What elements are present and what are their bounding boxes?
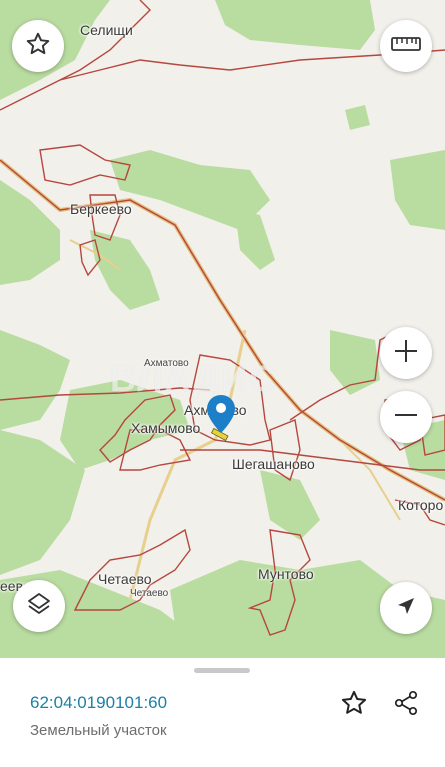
place-label: Четаево	[130, 588, 169, 599]
place-label: Мунтово	[258, 566, 314, 582]
place-label: Ахматово	[144, 358, 189, 369]
layers-icon	[26, 591, 52, 622]
layers-button[interactable]	[13, 580, 65, 632]
ruler-button[interactable]	[380, 20, 432, 72]
sheet-drag-handle[interactable]	[194, 668, 250, 673]
star-outline-icon	[340, 689, 368, 722]
navigation-arrow-icon	[395, 595, 417, 622]
watermark: ВЛАДИС	[110, 358, 278, 399]
forest-areas	[0, 0, 445, 658]
place-label: Четаево	[98, 571, 152, 587]
settlement-boundaries	[0, 0, 445, 636]
location-pin-icon[interactable]	[206, 394, 236, 434]
minus-icon	[393, 402, 419, 433]
cadastral-number[interactable]: 62:04:0190101:60	[30, 693, 167, 713]
share-button[interactable]	[389, 688, 423, 722]
place-label: Хамымово	[131, 420, 201, 436]
my-location-button[interactable]	[380, 582, 432, 634]
place-label: Селищи	[80, 22, 133, 38]
share-icon	[392, 689, 420, 722]
object-type: Земельный участок	[30, 722, 167, 739]
place-label: Беркеево	[70, 201, 132, 217]
favorite-map-button[interactable]	[12, 20, 64, 72]
plus-icon	[393, 338, 419, 369]
map-canvas[interactable]	[0, 0, 445, 658]
place-label: Которо	[398, 497, 444, 513]
star-outline-icon	[25, 31, 51, 62]
map-view[interactable]: ВЛАДИС Селищи Беркеево Ахматово Ахматово…	[0, 0, 445, 658]
zoom-out-button[interactable]	[380, 391, 432, 443]
zoom-in-button[interactable]	[380, 327, 432, 379]
favorite-button[interactable]	[337, 688, 371, 722]
ruler-icon	[391, 35, 421, 58]
place-label: Шегашаново	[232, 456, 315, 472]
